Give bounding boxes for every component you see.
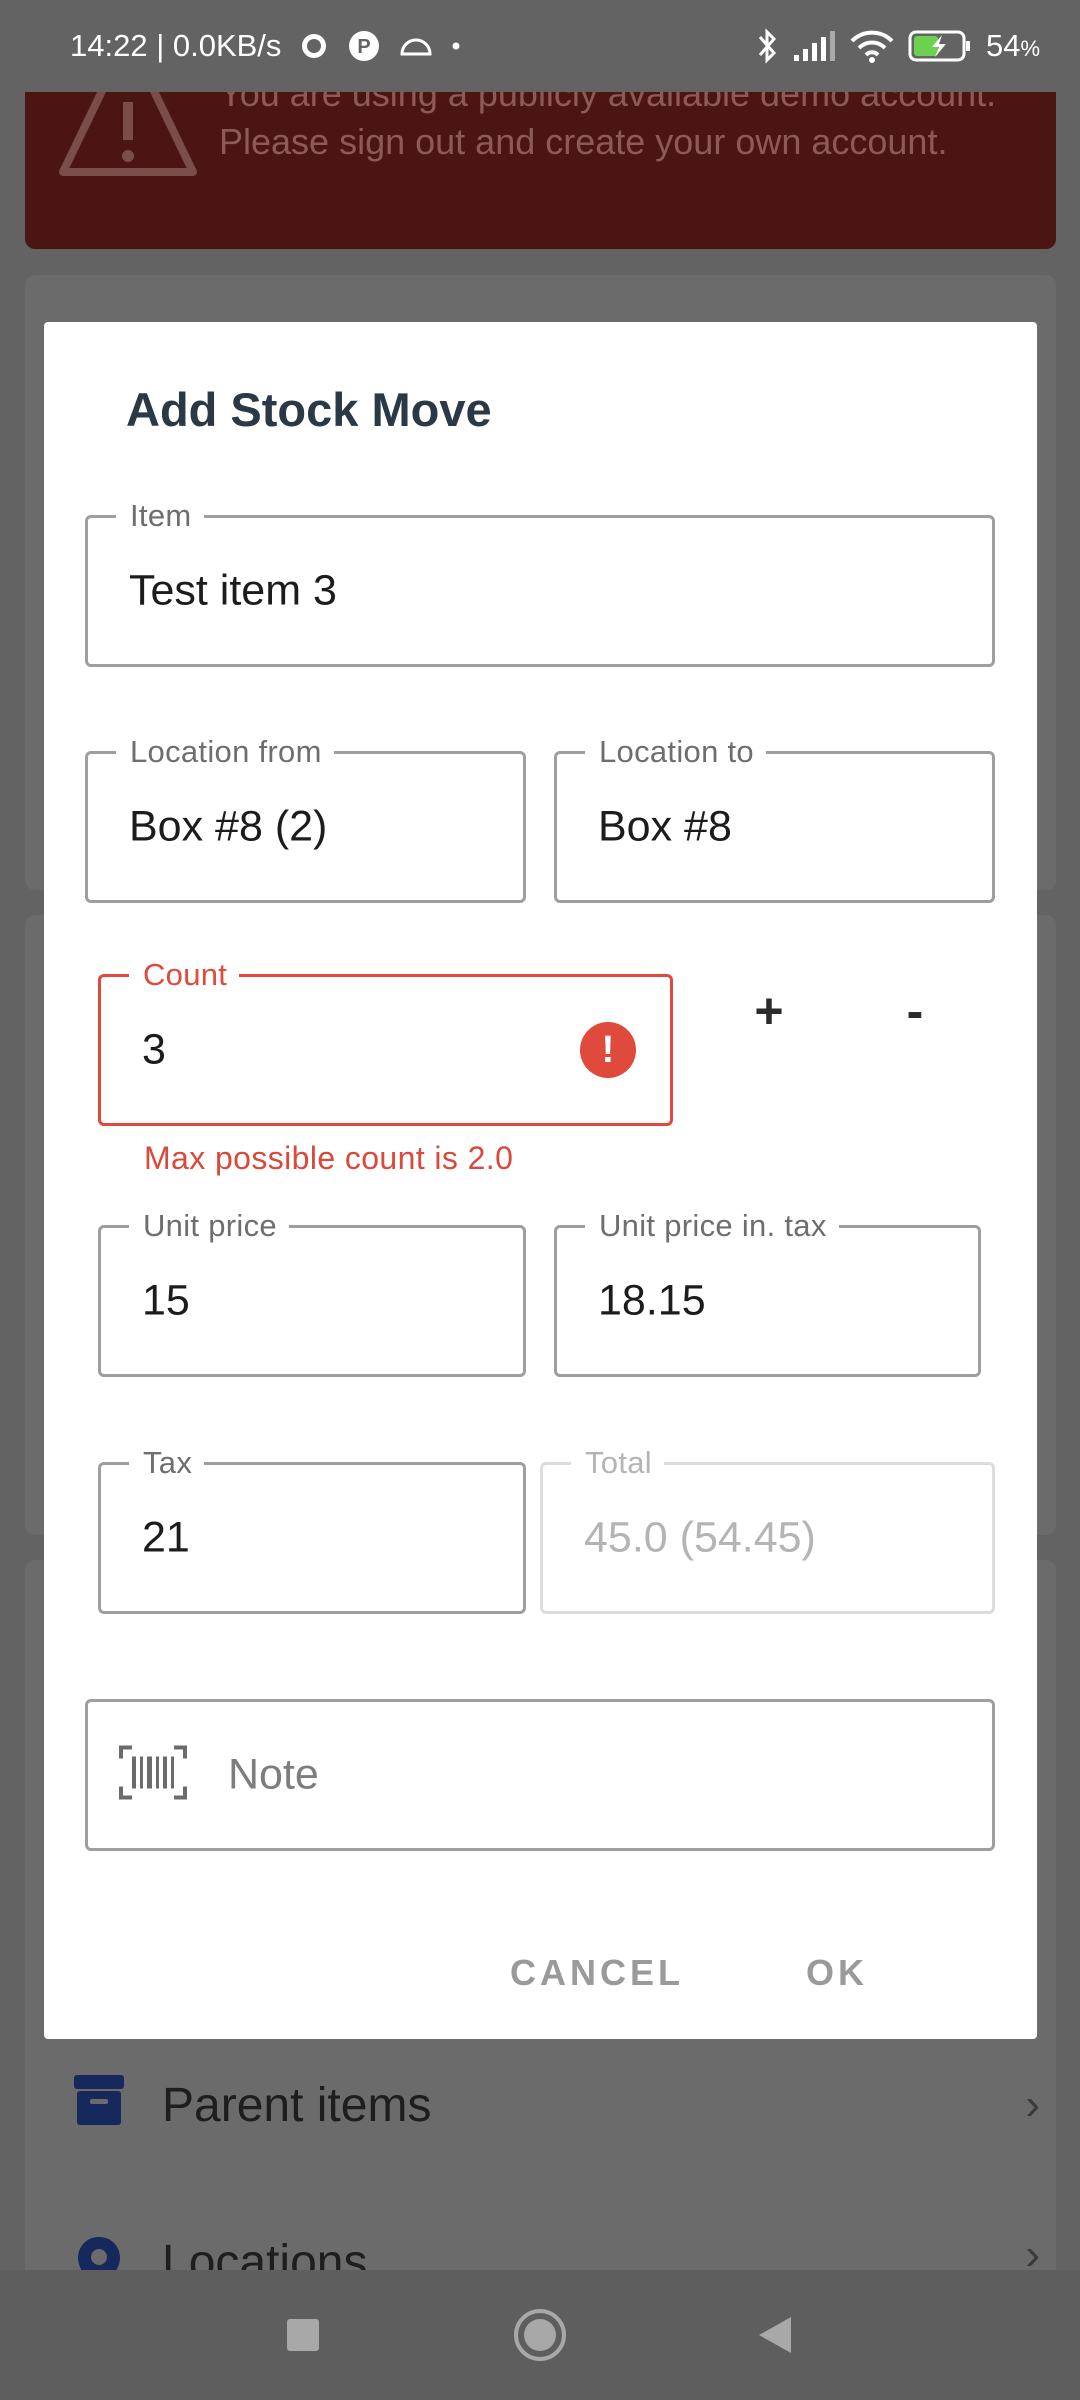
total-value: 45.0 (54.45) [584,1513,816,1562]
chat-bubble-icon [299,31,329,61]
status-bar: 14:22 | 0.0KB/s P 54% [0,0,1080,92]
list-item-label: Locations [162,2236,368,2270]
dialog-title: Add Stock Move [126,383,492,436]
count-label: Count [129,958,240,992]
list-item-label: Parent items [162,2078,432,2132]
ok-button[interactable]: OK [806,1952,868,1994]
item-field-value: Test item 3 [129,566,337,615]
list-item-locations[interactable]: Locations › [72,2215,1040,2270]
item-field-label: Item [116,499,204,533]
count-value: 3 [142,1025,166,1074]
back-button[interactable] [740,2300,810,2370]
decrement-button[interactable]: - [870,966,960,1056]
warning-icon [53,92,203,187]
unit-price-field[interactable]: Unit price 15 [98,1209,526,1377]
bluetooth-icon [756,27,778,65]
signal-icon [792,29,836,63]
demo-account-banner: You are using a publicly available demo … [25,92,1056,249]
total-field: Total 45.0 (54.45) [540,1446,995,1614]
tax-value: 21 [142,1513,190,1562]
location-to-field[interactable]: Location to Box #8 [554,735,995,903]
location-from-value: Box #8 (2) [129,802,328,851]
add-stock-move-dialog: Add Stock Move Item Test item 3 Location… [44,322,1037,2039]
unit-price-label: Unit price [129,1209,289,1243]
recents-button[interactable] [268,2300,338,2370]
unit-price-tax-field[interactable]: Unit price in. tax 18.15 [554,1209,981,1377]
unit-price-tax-label: Unit price in. tax [585,1209,839,1243]
dot-icon [451,41,461,51]
tax-field[interactable]: Tax 21 [98,1446,526,1614]
wifi-icon [850,29,894,63]
unit-price-tax-value: 18.15 [598,1276,706,1325]
location-from-field[interactable]: Location from Box #8 (2) [85,735,526,903]
home-button[interactable] [505,2300,575,2370]
list-item-parent-items[interactable]: Parent items › [72,2060,1040,2150]
battery-charging-icon [908,29,972,63]
location-pin-icon [72,2235,126,2270]
location-to-value: Box #8 [598,802,732,851]
note-placeholder: Note [228,1750,319,1799]
count-error-message: Max possible count is 2.0 [144,1140,514,1176]
location-from-label: Location from [116,735,334,769]
demo-banner-text: You are using a publicly available demo … [219,92,997,162]
count-input[interactable]: Count 3 ! [98,958,673,1126]
navigation-bar [0,2270,1080,2400]
chevron-right-icon: › [1025,2230,1040,2270]
increment-button[interactable]: + [724,966,814,1056]
battery-level: 54% [985,28,1040,63]
status-time-speed: 14:22 | 0.0KB/s [70,28,282,63]
svg-text:P: P [358,36,371,58]
cloud-icon [399,35,433,57]
cancel-button[interactable]: CANCEL [510,1952,684,1994]
box-icon [72,2071,126,2139]
unit-price-value: 15 [142,1276,190,1325]
chevron-right-icon: › [1025,2080,1040,2129]
item-field[interactable]: Item Test item 3 [85,499,995,667]
error-icon: ! [580,1022,636,1078]
note-input[interactable]: Note [85,1699,995,1851]
tax-label: Tax [129,1446,205,1480]
barcode-scan-icon[interactable] [118,1745,188,1806]
location-to-label: Location to [585,735,766,769]
total-label: Total [571,1446,664,1480]
p-badge-icon: P [347,29,381,63]
